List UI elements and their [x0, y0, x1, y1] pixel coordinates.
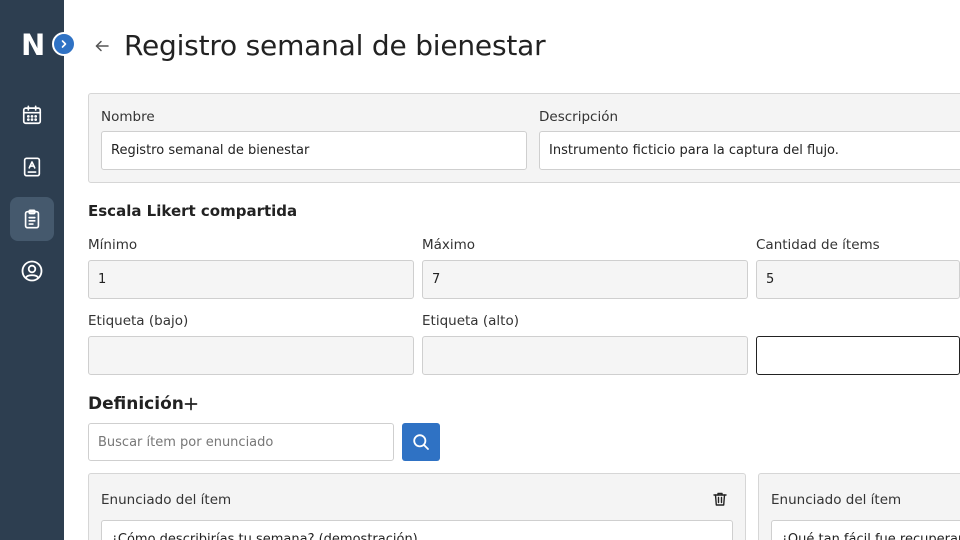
item-card: Enunciado del ítem	[758, 473, 960, 540]
questionnaire-info-panel: Nombre Descripción	[88, 93, 960, 183]
app-logo: N	[21, 28, 46, 62]
item-card: Enunciado del ítem	[88, 473, 746, 540]
back-button[interactable]	[92, 36, 112, 56]
sidebar-item-profile[interactable]	[10, 249, 54, 293]
high-label-input[interactable]	[422, 336, 748, 375]
extra-input[interactable]	[756, 336, 960, 375]
sidebar-toggle-button[interactable]	[52, 32, 76, 56]
sidebar-item-questionnaires[interactable]	[10, 197, 54, 241]
min-input[interactable]	[88, 260, 414, 299]
calendar-icon	[22, 105, 42, 125]
definition-section-title: Definición	[88, 394, 184, 414]
min-label: Mínimo	[88, 237, 138, 253]
arrow-left-icon	[95, 40, 109, 52]
trash-icon	[713, 492, 727, 506]
item-count-label: Cantidad de ítems	[756, 237, 880, 253]
name-label: Nombre	[101, 109, 155, 125]
add-item-button[interactable]	[182, 395, 200, 413]
description-input[interactable]	[539, 131, 960, 170]
item-search-input[interactable]	[88, 423, 394, 461]
contact-book-icon	[23, 157, 41, 177]
item-statement-input[interactable]	[771, 520, 960, 540]
delete-item-button[interactable]	[711, 490, 729, 508]
high-label-label: Etiqueta (alto)	[422, 313, 519, 329]
item-count-input[interactable]	[756, 260, 960, 299]
max-input[interactable]	[422, 260, 748, 299]
sidebar-item-calendar[interactable]	[10, 93, 54, 137]
plus-icon	[184, 397, 198, 411]
description-label: Descripción	[539, 109, 619, 125]
search-button[interactable]	[402, 423, 440, 461]
search-icon	[413, 434, 429, 450]
sidebar: N	[0, 0, 64, 540]
chevron-right-icon	[61, 40, 67, 48]
item-statement-input[interactable]	[101, 520, 733, 540]
low-label-label: Etiqueta (bajo)	[88, 313, 189, 329]
user-circle-icon	[21, 260, 43, 282]
item-statement-label: Enunciado del ítem	[101, 492, 232, 508]
low-label-input[interactable]	[88, 336, 414, 375]
item-statement-label: Enunciado del ítem	[771, 492, 902, 508]
max-label: Máximo	[422, 237, 476, 253]
clipboard-icon	[24, 209, 40, 229]
sidebar-item-contacts[interactable]	[10, 145, 54, 189]
page-title: Registro semanal de bienestar	[124, 29, 546, 62]
likert-section-title: Escala Likert compartida	[88, 202, 298, 220]
name-input[interactable]	[101, 131, 527, 170]
